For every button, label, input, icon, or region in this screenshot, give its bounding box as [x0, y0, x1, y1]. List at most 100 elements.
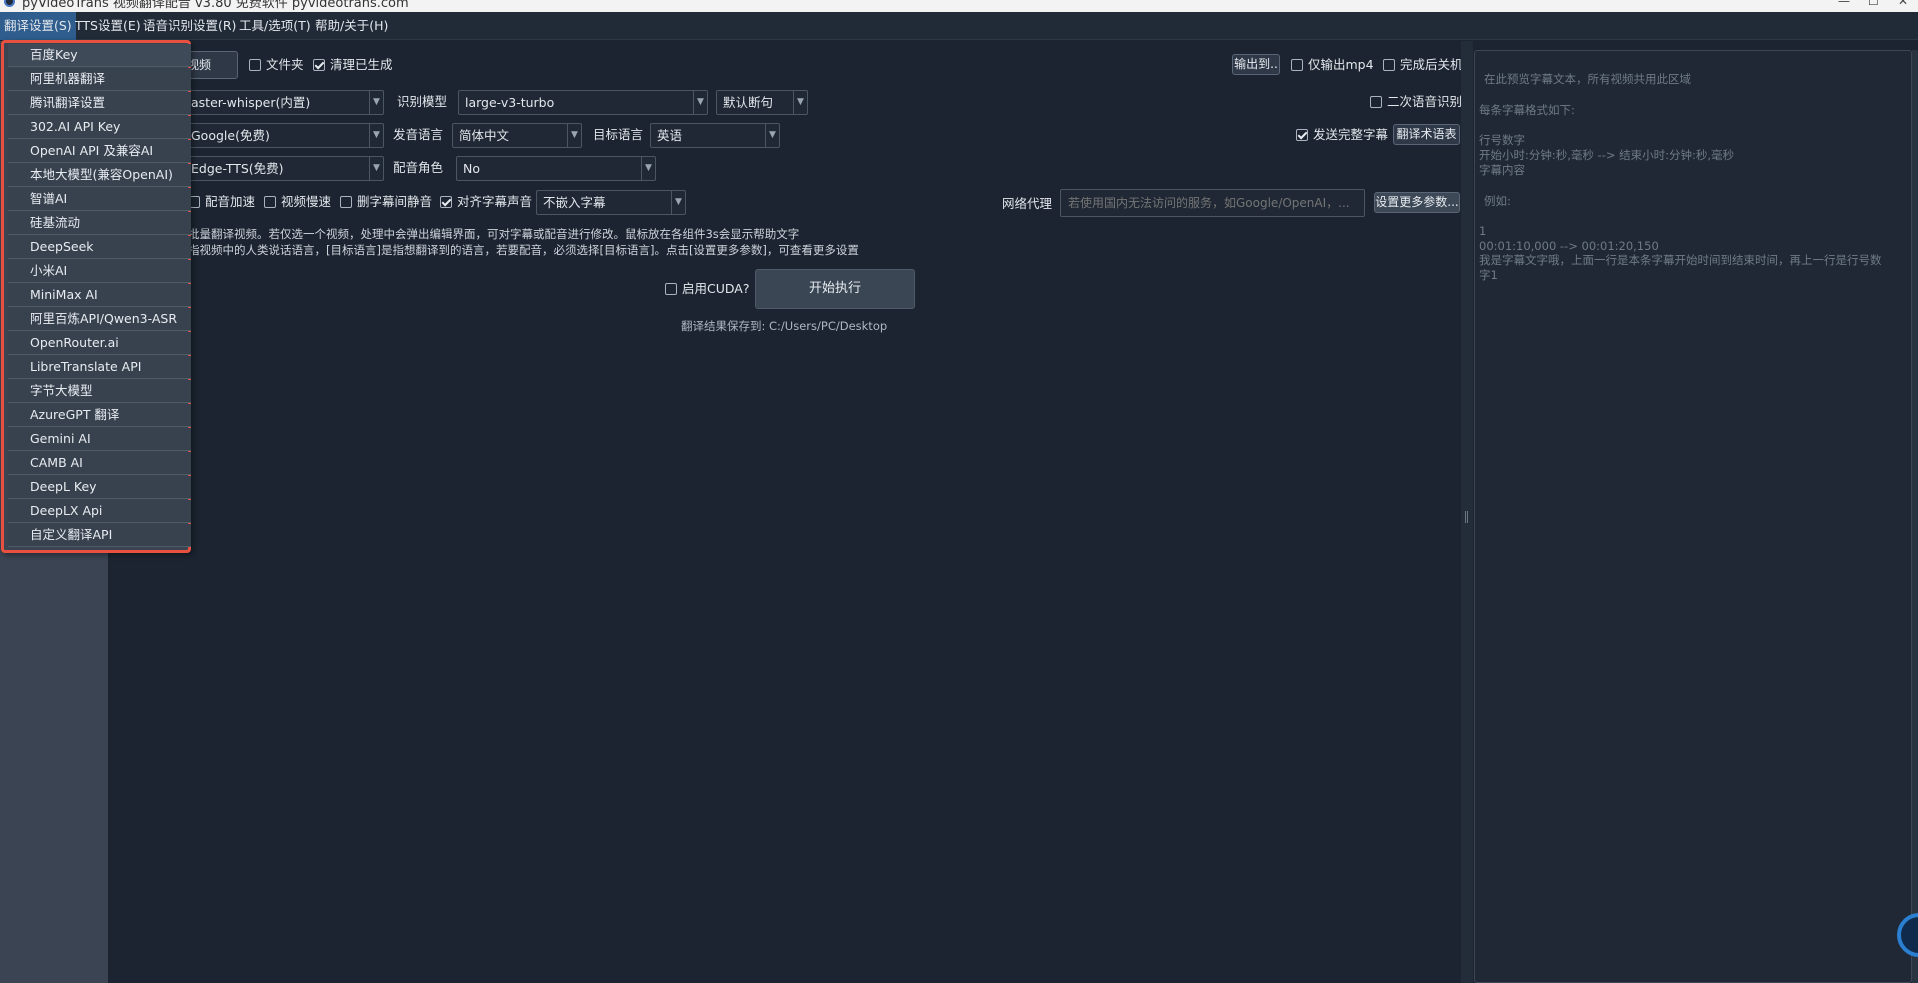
send-full-subtitle-checkbox[interactable]: 发送完整字幕 [1296, 127, 1388, 143]
enable-cuda-checkbox[interactable]: 启用CUDA? [665, 281, 749, 297]
menu-item-ali-bailian[interactable]: 阿里百炼API/Qwen3-ASR [8, 308, 191, 331]
shutdown-checkbox[interactable]: 完成后关机 [1383, 57, 1463, 73]
voice-role-select[interactable]: No ▼ [456, 156, 656, 181]
split-mode-select[interactable]: 默认断句 ▼ [716, 90, 808, 115]
source-language-select[interactable]: 简体中文 ▼ [452, 123, 582, 148]
only-mp4-label: 仅输出mp4 [1308, 57, 1374, 72]
voice-role-label: 配音角色 [393, 160, 444, 175]
second-asr-box[interactable] [1370, 96, 1382, 108]
menu-item-zhipu[interactable]: 智谱AI [8, 188, 191, 211]
slowdown-label: 视频慢速 [281, 194, 332, 209]
app-logo-icon [4, 0, 15, 7]
menu-tts-settings[interactable]: TTS设置(E) [71, 12, 145, 40]
menu-item-gemini[interactable]: Gemini AI [8, 428, 191, 451]
second-asr-label: 二次语音识别 [1387, 94, 1463, 109]
subtitle-preview-area[interactable]: 在此预览字幕文本，所有视频共用此区域 每条字幕格式如下: 行号数字 开始小时:分… [1474, 50, 1912, 983]
embed-subtitle-select[interactable]: 不嵌入字幕 ▼ [536, 190, 686, 215]
panel-splitter[interactable] [1461, 41, 1473, 983]
menu-item-deepseek[interactable]: DeepSeek [8, 236, 191, 259]
voice-role-value: No [463, 161, 480, 176]
align-label: 对齐字幕声音 [457, 194, 533, 209]
align-box[interactable] [440, 196, 452, 208]
menu-translate-settings[interactable]: 翻译设置(S) [0, 12, 76, 40]
preview-line: 开始小时:分钟:秒,毫秒 --> 结束小时:分钟:秒,毫秒 [1479, 148, 1735, 162]
more-settings-button[interactable]: 设置更多参数... [1374, 192, 1460, 213]
menu-item-baidu-key[interactable]: 百度Key [8, 44, 191, 67]
menu-help-about[interactable]: 帮助/关于(H) [311, 12, 392, 40]
second-asr-checkbox[interactable]: 二次语音识别 [1370, 94, 1462, 110]
menu-item-camb[interactable]: CAMB AI [8, 452, 191, 475]
shutdown-box[interactable] [1383, 59, 1395, 71]
preview-line: 1 [1479, 224, 1487, 238]
start-execute-button[interactable]: 开始执行 [755, 269, 915, 309]
clean-checkbox-box[interactable] [313, 59, 325, 71]
preview-line: 字1 [1479, 268, 1498, 282]
preview-line: 字幕内容 [1479, 163, 1525, 177]
target-language-select[interactable]: 英语 ▼ [650, 123, 780, 148]
chevron-down-icon: ▼ [567, 124, 581, 147]
menu-item-302ai[interactable]: 302.AI API Key [8, 116, 191, 139]
preview-scrollbar[interactable] [1912, 50, 1918, 983]
glossary-button[interactable]: 翻译术语表 [1393, 124, 1460, 145]
help-text-line-2: 指视频中的人类说话语言，[目标语言]是指想翻译到的语言，若要配音，必须选择[目标… [188, 243, 859, 257]
menu-item-siliconflow[interactable]: 硅基流动 [8, 212, 191, 235]
tts-engine-select[interactable]: Edge-TTS(免费) ▼ [184, 156, 384, 181]
menu-item-deepl[interactable]: DeepL Key [8, 476, 191, 499]
tts-engine-value: Edge-TTS(免费) [191, 161, 284, 176]
source-language-label: 发音语言 [393, 127, 444, 142]
only-mp4-checkbox[interactable]: 仅输出mp4 [1291, 57, 1374, 73]
window-titlebar: pyVideoTrans 视频翻译配音 v3.80 免费软件 pyvideotr… [0, 0, 1918, 12]
align-subtitle-checkbox[interactable]: 对齐字幕声音 [440, 194, 532, 210]
only-mp4-box[interactable] [1291, 59, 1303, 71]
minimize-icon[interactable]: — [1838, 0, 1850, 8]
folder-checkbox[interactable]: 文件夹 [249, 57, 304, 73]
asr-model-select[interactable]: large-v3-turbo ▼ [458, 90, 708, 115]
menu-item-openai[interactable]: OpenAI API 及兼容AI [8, 140, 191, 163]
asr-model-value: large-v3-turbo [465, 95, 555, 110]
main-panel: 视频 文件夹 清理已生成 输出到.. 仅输出mp4 完成后关机 aster-wh… [108, 41, 1463, 983]
cuda-box[interactable] [665, 283, 677, 295]
close-icon[interactable]: ✕ [1898, 0, 1908, 8]
preview-line: 每条字幕格式如下: [1479, 103, 1575, 117]
menu-item-ali-mt[interactable]: 阿里机器翻译 [8, 68, 191, 91]
menu-item-libretranslate[interactable]: LibreTranslate API [8, 356, 191, 379]
proxy-input[interactable] [1060, 189, 1365, 217]
video-slowdown-checkbox[interactable]: 视频慢速 [264, 194, 331, 210]
maximize-icon[interactable]: ☐ [1868, 0, 1879, 8]
embed-subtitle-value: 不嵌入字幕 [543, 195, 606, 210]
folder-checkbox-box[interactable] [249, 59, 261, 71]
menu-item-tencent[interactable]: 腾讯翻译设置 [8, 92, 191, 115]
window-title: pyVideoTrans 视频翻译配音 v3.80 免费软件 pyvideotr… [22, 0, 409, 11]
remove-silence-box[interactable] [340, 196, 352, 208]
menu-tools-options[interactable]: 工具/选项(T) [235, 12, 315, 40]
menu-item-custom-api[interactable]: 自定义翻译API [8, 524, 191, 547]
menu-item-minimax[interactable]: MiniMax AI [8, 284, 191, 307]
send-full-box[interactable] [1296, 129, 1308, 141]
remove-silence-checkbox[interactable]: 删字幕间静音 [340, 194, 432, 210]
menu-item-bytedance[interactable]: 字节大模型 [8, 380, 191, 403]
slowdown-box[interactable] [264, 196, 276, 208]
remove-silence-label: 删字幕间静音 [357, 194, 433, 209]
output-to-button[interactable]: 输出到.. [1232, 54, 1280, 75]
chevron-down-icon: ▼ [671, 191, 685, 214]
menu-item-local-llm[interactable]: 本地大模型(兼容OpenAI) [8, 164, 191, 187]
dubbing-speedup-checkbox[interactable]: 配音加速 [188, 194, 255, 210]
preview-line: 我是字幕文字哦，上面一行是本条字幕开始时间到结束时间，再上一行是行号数 [1479, 253, 1882, 267]
menu-item-openrouter[interactable]: OpenRouter.ai [8, 332, 191, 355]
translator-select[interactable]: Google(免费) ▼ [184, 123, 384, 148]
clean-generated-checkbox[interactable]: 清理已生成 [313, 57, 393, 73]
split-mode-value: 默认断句 [723, 95, 774, 110]
target-language-label: 目标语言 [593, 127, 644, 142]
translator-value: Google(免费) [191, 128, 270, 143]
splitter-grip-icon[interactable] [1465, 511, 1468, 523]
menu-item-deeplx[interactable]: DeepLX Api [8, 500, 191, 523]
asr-engine-select[interactable]: aster-whisper(内置) ▼ [184, 90, 384, 115]
menu-asr-settings[interactable]: 语音识别设置(R) [139, 12, 240, 40]
preview-line: 行号数字 [1479, 133, 1525, 147]
source-language-value: 简体中文 [459, 128, 510, 143]
menu-item-azuregpt[interactable]: AzureGPT 翻译 [8, 404, 191, 427]
preview-line: 在此预览字幕文本，所有视频共用此区域 [1484, 72, 1691, 86]
menu-item-xiaomi[interactable]: 小米AI [8, 260, 191, 283]
chevron-down-icon: ▼ [693, 91, 707, 114]
chevron-down-icon: ▼ [641, 157, 655, 180]
